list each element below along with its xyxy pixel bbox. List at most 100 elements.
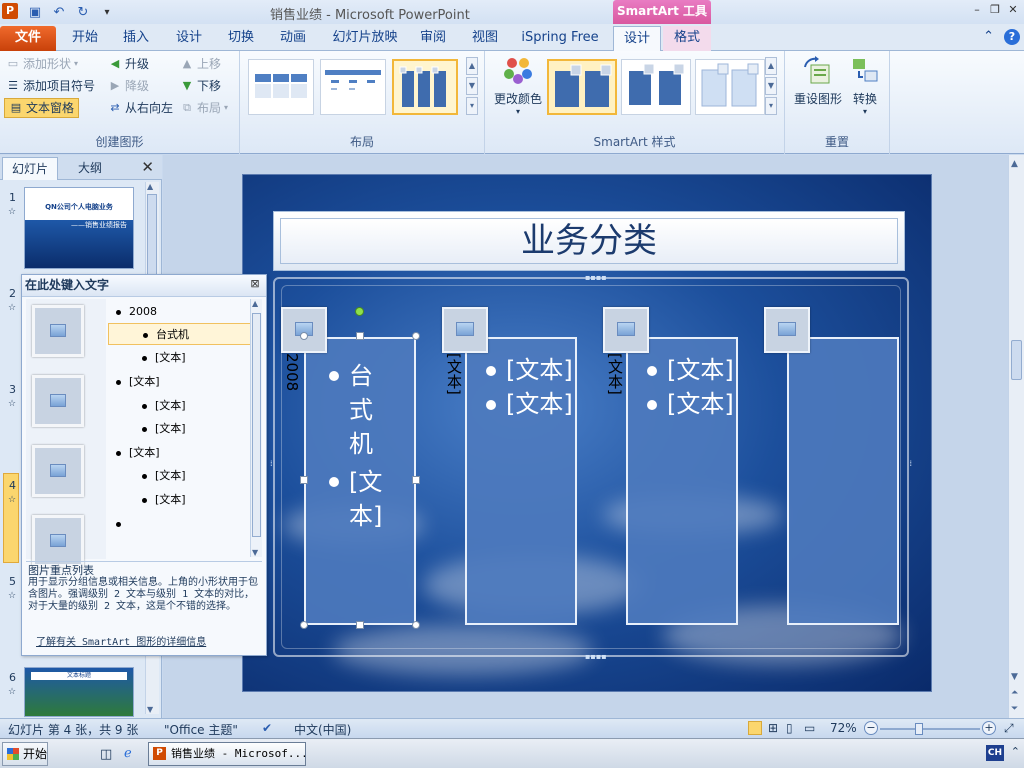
tab-home[interactable]: 开始	[62, 26, 108, 51]
column-1-text[interactable]: 台式机 [文本]	[329, 359, 413, 533]
style-option-1[interactable]	[547, 59, 617, 115]
input-method-indicator[interactable]: CH	[986, 745, 1004, 761]
powerpoint-app-icon[interactable]: P	[2, 3, 18, 19]
scroll-down-icon[interactable]: ▼	[147, 705, 153, 714]
list-item[interactable]: [文本]	[116, 371, 160, 393]
redo-icon[interactable]: ↻	[74, 3, 92, 21]
tab-smartart-design[interactable]: 设计	[613, 26, 661, 52]
resize-handle[interactable]	[356, 621, 364, 629]
gallery-more-icon[interactable]: ▾	[466, 97, 478, 115]
zoom-slider-knob[interactable]	[914, 723, 923, 735]
promote-button[interactable]: ◀ 升级	[108, 54, 149, 74]
style-option-3[interactable]	[695, 59, 765, 115]
styles-down-icon[interactable]: ▼	[765, 77, 777, 95]
input-method-icon[interactable]: ⌃	[1011, 745, 1020, 758]
text-pane-picture-2[interactable]	[32, 375, 84, 427]
restore-icon[interactable]: ❐	[988, 3, 1002, 17]
text-pane-picture-4[interactable]	[32, 515, 84, 567]
tab-insert[interactable]: 插入	[113, 26, 159, 51]
zoom-slider[interactable]	[880, 723, 980, 735]
text-pane-button[interactable]: ▤ 文本窗格	[4, 98, 80, 118]
language-indicator[interactable]: 中文(中国)	[294, 721, 351, 738]
slide-sorter-icon[interactable]: ⊞	[768, 721, 778, 735]
column-3-label[interactable]: [文本]	[605, 353, 626, 395]
slide-title[interactable]: 业务分类	[280, 218, 898, 264]
zoom-level[interactable]: 72%	[830, 721, 857, 735]
resize-handle[interactable]	[412, 621, 420, 629]
close-icon[interactable]: ✕	[1006, 3, 1020, 17]
resize-handle[interactable]	[412, 476, 420, 484]
list-item[interactable]: [文本]	[142, 395, 186, 417]
fit-to-window-icon[interactable]: ⤢	[1004, 721, 1014, 736]
change-colors-button[interactable]: 更改颜色 ▾	[489, 55, 547, 116]
tab-slideshow[interactable]: 幻灯片放映	[328, 26, 402, 51]
reading-view-icon[interactable]: ▯	[786, 721, 793, 735]
zoom-out-icon[interactable]: −	[864, 721, 878, 735]
rotate-handle[interactable]	[355, 307, 364, 316]
slide-title-placeholder[interactable]: 业务分类	[273, 211, 905, 271]
text-pane-list[interactable]: 2008 台式机 [文本] [文本] [文本] [文本] [文本] [文本] […	[106, 299, 260, 559]
slideshow-icon[interactable]: ▭	[804, 721, 815, 735]
layout-option-picture-accent-list[interactable]	[392, 59, 458, 115]
scroll-thumb[interactable]	[147, 194, 157, 284]
resize-handle[interactable]	[300, 476, 308, 484]
column-1-label[interactable]: 2008	[283, 353, 301, 391]
picture-placeholder-2[interactable]	[442, 307, 488, 353]
tab-animations[interactable]: 动画	[270, 26, 316, 51]
resize-handle[interactable]	[356, 332, 364, 340]
resize-handle[interactable]	[300, 621, 308, 629]
smartart-column-4[interactable]	[787, 337, 899, 625]
list-item[interactable]: [文本]	[116, 442, 160, 464]
list-item[interactable]	[116, 513, 129, 535]
save-icon[interactable]: ▣	[26, 3, 44, 21]
tab-outline[interactable]: 大纲	[62, 157, 118, 180]
close-pane-icon[interactable]: ✕	[141, 158, 154, 176]
minimize-ribbon-icon[interactable]: ⌃	[983, 29, 994, 45]
start-button[interactable]: 开始	[2, 742, 48, 766]
convert-button[interactable]: 转换 ▾	[845, 55, 885, 116]
list-item[interactable]: 2008	[116, 301, 157, 323]
tab-review[interactable]: 审阅	[410, 26, 456, 51]
resize-handle[interactable]	[412, 332, 420, 340]
help-icon[interactable]: ?	[1004, 29, 1020, 45]
close-text-pane-icon[interactable]: ⊠	[248, 277, 262, 291]
current-slide[interactable]: 业务分类 ▪▪▪▪ ▪▪▪▪ ⁞ ⁞ 2008 台式机 [文本] [文本] [文…	[242, 174, 932, 692]
gallery-down-icon[interactable]: ▼	[466, 77, 478, 95]
previous-slide-icon[interactable]: ⏶	[1011, 688, 1018, 698]
customize-qat-icon[interactable]: ▾	[98, 3, 116, 21]
zoom-in-icon[interactable]: +	[982, 721, 996, 735]
scroll-down-icon[interactable]: ▼	[252, 548, 258, 557]
slide-thumbnail-1[interactable]: QN公司个人电脑业务 ——销售业绩报告	[24, 187, 134, 269]
list-item-selected[interactable]: 台式机	[108, 323, 260, 345]
picture-placeholder-4[interactable]	[764, 307, 810, 353]
styles-gallery-scroll[interactable]: ▲ ▼ ▾	[765, 57, 777, 115]
tab-design[interactable]: 设计	[166, 26, 212, 51]
learn-more-link[interactable]: 了解有关 SmartArt 图形的详细信息	[36, 636, 206, 649]
right-to-left-button[interactable]: ⇄ 从右向左	[108, 98, 173, 118]
scroll-down-icon[interactable]: ▼	[1011, 672, 1018, 682]
minimize-icon[interactable]: –	[970, 3, 984, 17]
layout-option-2[interactable]	[320, 59, 386, 115]
theme-name[interactable]: "Office 主题"	[164, 721, 238, 738]
list-item[interactable]: [文本]	[142, 489, 186, 511]
tab-ispring[interactable]: iSpring Free	[518, 26, 602, 51]
scroll-thumb[interactable]	[1011, 340, 1022, 380]
scroll-up-icon[interactable]: ▲	[147, 182, 153, 191]
scroll-up-icon[interactable]: ▲	[252, 299, 258, 308]
scroll-thumb[interactable]	[252, 313, 261, 537]
tab-slides-thumbnails[interactable]: 幻灯片	[2, 157, 58, 180]
tab-smartart-format[interactable]: 格式	[663, 26, 711, 51]
main-vertical-scrollbar[interactable]: ▲ ▼ ⏶ ⏷	[1008, 155, 1024, 718]
show-desktop-icon[interactable]: ◫	[100, 747, 112, 762]
tab-transitions[interactable]: 切换	[218, 26, 264, 51]
add-shape-button[interactable]: ▭ 添加形状 ▾	[6, 54, 78, 74]
add-bullet-button[interactable]: ☰ 添加项目符号	[6, 76, 95, 96]
resize-handle[interactable]	[300, 332, 308, 340]
column-2-text[interactable]: [文本] [文本]	[486, 353, 573, 421]
taskbar-powerpoint-item[interactable]: P 销售业绩 - Microsof...	[148, 742, 306, 766]
next-slide-icon[interactable]: ⏷	[1011, 704, 1018, 714]
styles-up-icon[interactable]: ▲	[765, 57, 777, 75]
scroll-up-icon[interactable]: ▲	[1011, 159, 1018, 169]
column-2-label[interactable]: [文本]	[444, 353, 465, 395]
demote-button[interactable]: ▶ 降级	[108, 76, 149, 96]
